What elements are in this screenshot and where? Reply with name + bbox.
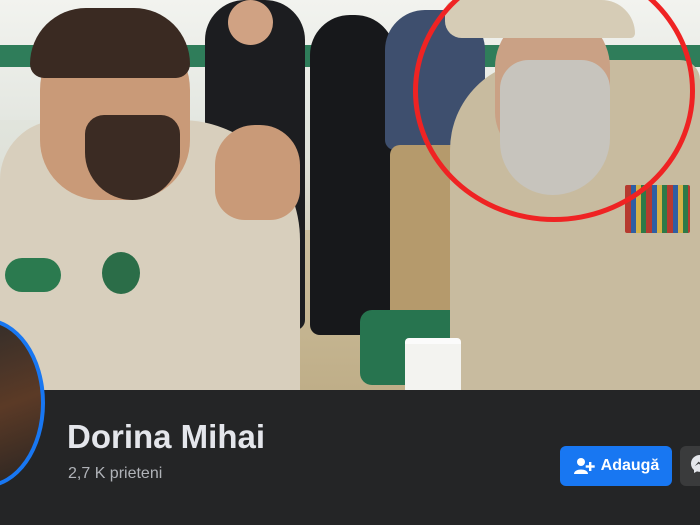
left-man-hair: [30, 8, 190, 78]
shirt-patch: [5, 258, 61, 292]
add-friend-label: Adaugă: [600, 457, 660, 474]
background-person: [310, 15, 395, 335]
message-button[interactable]: [680, 446, 700, 486]
profile-name: Dorina Mihai: [67, 418, 266, 455]
background-person-head: [228, 0, 273, 45]
cover-photo[interactable]: [0, 0, 700, 390]
paper-cup: [405, 338, 461, 390]
messenger-icon: [690, 454, 700, 479]
profile-page: Dorina Mihai 2,7 K prieteni Adaugă: [0, 0, 700, 525]
left-man-hand: [215, 125, 300, 220]
add-friend-button[interactable]: Adaugă: [560, 446, 672, 486]
friends-count[interactable]: 2,7 K prieteni: [68, 465, 162, 483]
shirt-patch: [102, 252, 140, 294]
add-friend-icon: [573, 457, 595, 475]
